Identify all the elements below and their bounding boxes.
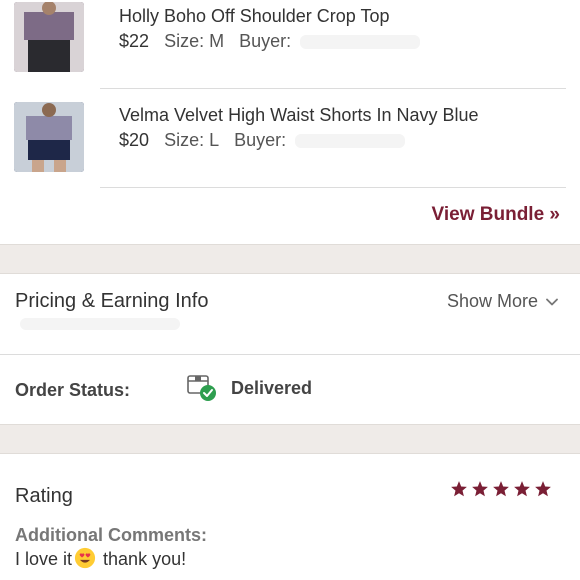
- section-separator: [0, 424, 580, 454]
- redacted-buyer: [300, 35, 421, 50]
- comment-text-after: thank you!: [98, 549, 187, 569]
- item-title[interactable]: Velma Velvet High Waist Shorts In Navy B…: [119, 105, 479, 126]
- divider: [0, 354, 580, 355]
- star-icon: [535, 481, 551, 497]
- star-icon: [514, 481, 530, 497]
- rating-stars: [450, 480, 552, 498]
- chevron-down-icon: [546, 298, 558, 305]
- divider: [100, 88, 566, 89]
- item-price: $22: [119, 31, 150, 51]
- item-meta: $20 Size: L Buyer:: [119, 130, 406, 151]
- comment-text-before: I love it: [15, 549, 73, 569]
- order-status-value: Delivered: [231, 378, 313, 398]
- star-icon: [493, 481, 509, 497]
- buyer-label: Buyer:: [239, 31, 292, 51]
- item-size: Size: M: [164, 31, 225, 51]
- product-thumbnail[interactable]: [14, 102, 84, 172]
- list-item[interactable]: Holly Boho Off Shoulder Crop Top $22 Siz…: [0, 0, 580, 88]
- rating-title: Rating: [15, 485, 73, 507]
- product-photo-icon: [14, 2, 84, 72]
- pricing-title: Pricing & Earning Info: [15, 290, 209, 312]
- delivered-box-icon: [187, 375, 216, 401]
- heart-eyes-emoji-icon: [74, 548, 96, 569]
- item-title[interactable]: Holly Boho Off Shoulder Crop Top: [119, 6, 390, 27]
- redacted-buyer: [295, 134, 406, 149]
- star-icon: [451, 481, 467, 497]
- view-bundle-link[interactable]: View Bundle »: [432, 204, 560, 226]
- comment-text: I love it thank you!: [15, 548, 187, 571]
- product-photo-icon: [14, 102, 84, 172]
- buyer-label: Buyer:: [234, 130, 287, 150]
- show-more-label: Show More: [446, 291, 538, 311]
- show-more-button[interactable]: Show More: [447, 291, 558, 312]
- item-price: $20: [119, 130, 150, 150]
- product-thumbnail[interactable]: [14, 2, 84, 72]
- redacted-pricing-info: [20, 318, 180, 330]
- star-icon: [472, 481, 488, 497]
- order-status-label: Order Status:: [15, 380, 131, 400]
- section-separator: [0, 244, 580, 274]
- divider: [100, 187, 566, 188]
- item-meta: $22 Size: M Buyer:: [119, 31, 421, 52]
- list-item[interactable]: Velma Velvet High Waist Shorts In Navy B…: [0, 90, 580, 178]
- item-size: Size: L: [164, 130, 220, 150]
- additional-comments-label: Additional Comments:: [15, 525, 207, 545]
